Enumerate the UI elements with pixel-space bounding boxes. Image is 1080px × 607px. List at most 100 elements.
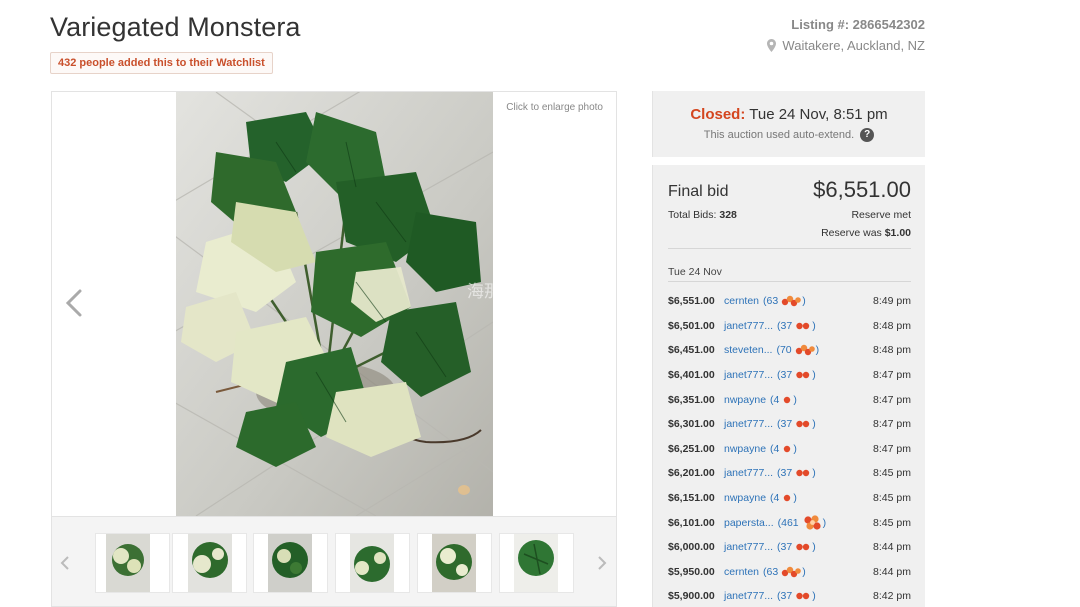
reserve-was-amount: $1.00: [884, 227, 911, 239]
bid-amount: $6,551.00: [668, 295, 715, 308]
bidder-rating[interactable]: (37): [777, 590, 816, 602]
final-bid-amount: $6,551.00: [813, 177, 911, 202]
rating-count: (37: [777, 590, 793, 603]
rating-count: (37: [777, 369, 793, 382]
bid-row: $6,351.00 nwpayne (4) 8:47 pm: [668, 387, 911, 412]
bid-row: $6,401.00 janet777... (37) 8:47 pm: [668, 363, 911, 388]
bidder-link[interactable]: cernten: [724, 295, 759, 307]
rating-count: (37: [777, 319, 793, 332]
bid-time: 8:47 pm: [873, 369, 911, 382]
bid-history-panel: Final bid $6,551.00 Total Bids: 328 Rese…: [652, 165, 925, 607]
thumbnails-prev-arrow-icon[interactable]: [59, 554, 71, 572]
auto-extend-note: This auction used auto-extend. ?: [653, 128, 925, 142]
thumbnail-3[interactable]: [253, 533, 328, 593]
location-pin-icon: [767, 39, 777, 52]
rating-double-star-icon: [795, 541, 811, 553]
bidder-link[interactable]: janet777...: [724, 590, 773, 602]
bidder-link[interactable]: papersta...: [724, 517, 774, 529]
bidder-rating[interactable]: (4): [770, 492, 797, 504]
reserve-was-label: Reserve was: [821, 227, 882, 239]
thumbnail-6[interactable]: [499, 533, 574, 593]
watermark: 海那也 Hiinabian: [467, 282, 594, 301]
rating-double-star-icon: [795, 320, 811, 332]
rating-double-star-icon: [795, 369, 811, 381]
rating-multi-star-icon: [781, 566, 802, 578]
bidder-rating[interactable]: (37): [777, 369, 816, 381]
divider: [668, 248, 911, 249]
total-bids-label: Total Bids:: [668, 209, 717, 221]
watchlist-badge: 432 people added this to their Watchlist: [50, 52, 273, 74]
bid-time: 8:47 pm: [873, 442, 911, 455]
bidder-rating[interactable]: (70): [776, 344, 819, 356]
rating-large-star-icon: [802, 514, 822, 532]
bid-amount: $6,101.00: [668, 516, 715, 529]
bidder-link[interactable]: nwpayne: [724, 394, 766, 406]
bidder-link[interactable]: cernten: [724, 566, 759, 578]
thumbnail-2[interactable]: [172, 533, 247, 593]
bid-time: 8:42 pm: [873, 590, 911, 603]
enlarge-hint[interactable]: Click to enlarge photo: [506, 102, 603, 113]
rating-count: (37: [777, 541, 793, 554]
previous-photo-arrow-icon[interactable]: [63, 288, 85, 318]
auto-extend-text: This auction used auto-extend.: [703, 129, 855, 141]
bid-amount: $6,251.00: [668, 442, 715, 455]
thumbnail-1[interactable]: [95, 533, 170, 593]
bid-row: $5,950.00 cernten (63) 8:44 pm: [668, 560, 911, 585]
thumbnail-5[interactable]: [417, 533, 492, 593]
bid-row: $6,301.00 janet777... (37) 8:47 pm: [668, 412, 911, 437]
rating-count: (4: [770, 442, 780, 455]
rating-multi-star-icon: [781, 295, 802, 307]
bidder-rating[interactable]: (4): [770, 443, 797, 455]
bid-row: $6,151.00 nwpayne (4) 8:45 pm: [668, 486, 911, 511]
bidder-link[interactable]: steveten...: [724, 344, 772, 356]
total-bids: Total Bids: 328: [668, 209, 737, 221]
bid-row: $6,101.00 papersta... (461) 8:45 pm: [668, 510, 911, 535]
rating-count: (63: [763, 565, 779, 578]
thumbnail-4[interactable]: [335, 533, 410, 593]
bidder-rating[interactable]: (37): [777, 320, 816, 332]
bidder-link[interactable]: janet777...: [724, 418, 773, 430]
bid-time: 8:48 pm: [873, 319, 911, 332]
bid-amount: $6,401.00: [668, 369, 715, 382]
bidder-rating[interactable]: (461): [778, 514, 826, 532]
rating-single-star-icon: [782, 394, 792, 406]
bid-row: $6,000.00 janet777... (37) 8:44 pm: [668, 535, 911, 560]
bid-amount: $6,000.00: [668, 541, 715, 554]
bidder-link[interactable]: janet777...: [724, 541, 773, 553]
bidder-rating[interactable]: (37): [777, 418, 816, 430]
rating-multi-star-icon: [795, 344, 815, 356]
help-icon[interactable]: ?: [860, 128, 875, 142]
reserve-was: Reserve was $1.00: [821, 227, 911, 239]
bid-amount: $6,451.00: [668, 344, 715, 357]
bidder-rating[interactable]: (63): [763, 566, 806, 578]
bid-time: 8:49 pm: [873, 295, 911, 308]
total-bids-count: 328: [719, 209, 737, 221]
rating-count: (63: [763, 295, 779, 308]
bid-time: 8:47 pm: [873, 418, 911, 431]
bid-time: 8:45 pm: [873, 492, 911, 505]
final-bid-label: Final bid: [668, 183, 729, 200]
location-text: Waitakere, Auckland, NZ: [782, 38, 925, 53]
bidder-rating[interactable]: (4): [770, 394, 797, 406]
auction-status-box: Closed: Tue 24 Nov, 8:51 pm This auction…: [652, 91, 925, 157]
divider: [668, 281, 911, 282]
main-photo[interactable]: [176, 92, 493, 516]
bid-row: $6,201.00 janet777... (37) 8:45 pm: [668, 461, 911, 486]
bidder-rating[interactable]: (63): [763, 295, 806, 307]
bidder-link[interactable]: nwpayne: [724, 492, 766, 504]
bidder-link[interactable]: janet777...: [724, 369, 773, 381]
bidder-link[interactable]: janet777...: [724, 320, 773, 332]
bidder-rating[interactable]: (37): [777, 467, 816, 479]
bidder-link[interactable]: nwpayne: [724, 443, 766, 455]
bidder-link[interactable]: janet777...: [724, 467, 773, 479]
thumbnail-strip: [51, 517, 617, 607]
bid-amount: $6,201.00: [668, 467, 715, 480]
thumbnails-next-arrow-icon[interactable]: [596, 554, 608, 572]
closed-status: Closed: Tue 24 Nov, 8:51 pm: [653, 106, 925, 123]
bid-amount: $5,950.00: [668, 565, 715, 578]
bid-row: $6,451.00 steveten... (70) 8:48 pm: [668, 338, 911, 363]
photo-gallery: Click to enlarge photo 海那也 Hiinabian: [51, 91, 617, 517]
reserve-met: Reserve met: [851, 209, 911, 221]
bid-list: $6,551.00 cernten (63) 8:49 pm $6,501.00…: [668, 289, 911, 607]
bidder-rating[interactable]: (37): [777, 541, 816, 553]
